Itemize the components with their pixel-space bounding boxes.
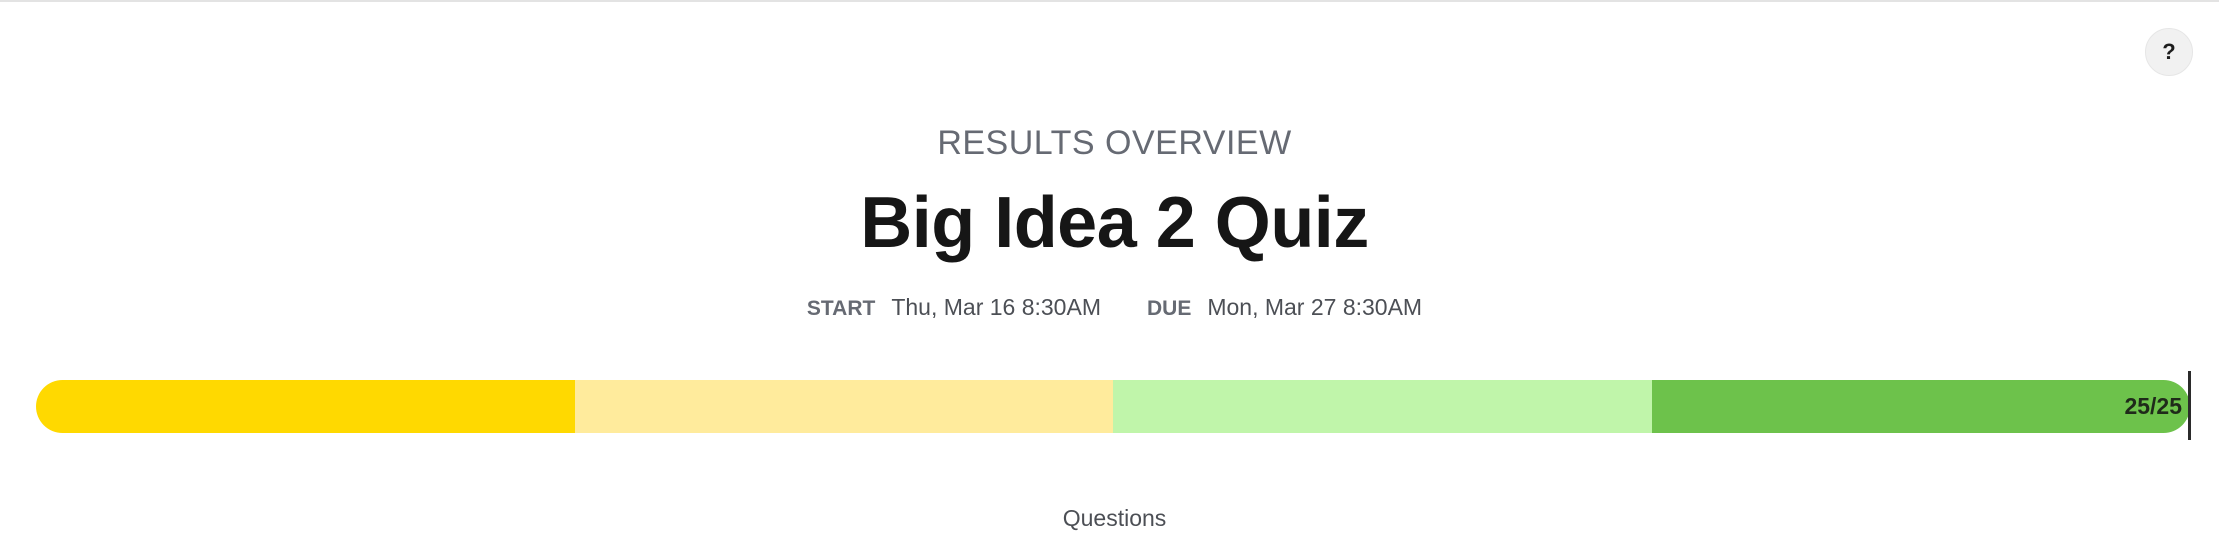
start-label: START — [806, 297, 876, 320]
progress-marker — [2188, 371, 2191, 440]
due-label: DUE — [1146, 297, 1192, 320]
help-button[interactable]: ? — [2145, 28, 2193, 76]
question-mark-icon: ? — [2162, 39, 2176, 64]
due-date: Mon, Mar 27 8:30AM — [1207, 294, 1423, 320]
quiz-dates: START Thu, Mar 16 8:30AM DUE Mon, Mar 27… — [0, 294, 2219, 321]
quiz-title: Big Idea 2 Quiz — [860, 183, 1369, 263]
progress-segment-1 — [36, 380, 575, 433]
progress-segment-2 — [574, 380, 1113, 433]
questions-section-label[interactable]: Questions — [0, 505, 2219, 532]
results-overview-page: ? RESULTS OVERVIEW Big Idea 2 Quiz START… — [0, 0, 2219, 556]
progress-segment-3 — [1113, 380, 1652, 433]
start-date: Thu, Mar 16 8:30AM — [891, 294, 1101, 320]
score-progress-bar — [36, 380, 2190, 433]
progress-score: 25/25 — [2124, 393, 2182, 419]
page-subtitle: RESULTS OVERVIEW — [937, 124, 1292, 162]
